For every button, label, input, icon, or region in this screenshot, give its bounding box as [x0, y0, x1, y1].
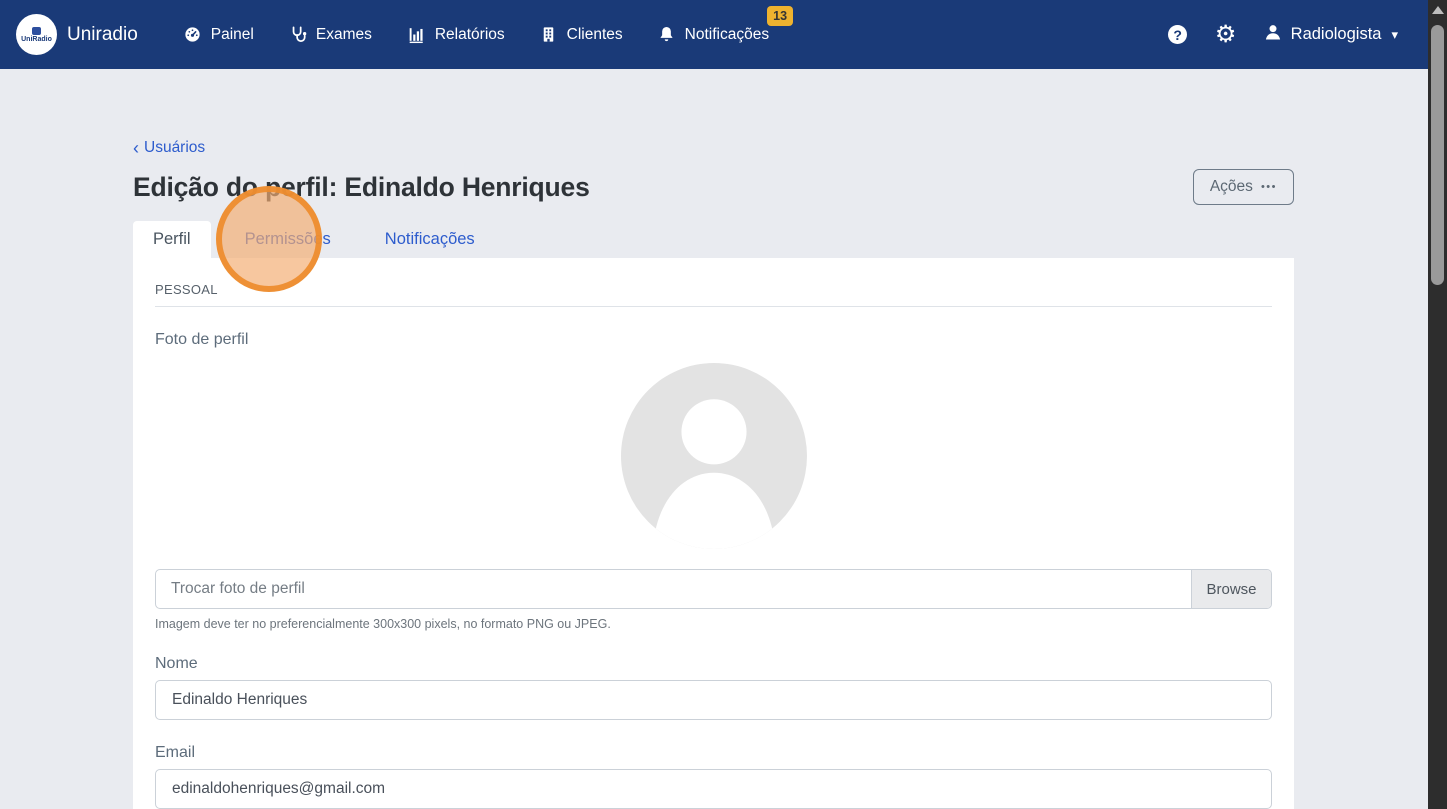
nav-item-notificacoes[interactable]: Notificações 13 [644, 15, 782, 54]
profile-tabs: Perfil Permissões Notificações [133, 221, 1294, 258]
actions-button[interactable]: Ações ••• [1193, 169, 1294, 205]
breadcrumb[interactable]: ‹ Usuários [133, 139, 205, 157]
section-header-pessoal: PESSOAL [155, 282, 1272, 307]
user-icon [1263, 22, 1283, 47]
nav-label: Painel [211, 26, 254, 44]
main-content: ‹ Usuários Edição do perfil: Edinaldo He… [0, 69, 1294, 809]
brand[interactable]: UniRadio Uniradio [16, 14, 138, 55]
tab-permissoes[interactable]: Permissões [225, 221, 351, 258]
bell-icon [657, 25, 676, 44]
breadcrumb-label: Usuários [144, 139, 205, 157]
email-label: Email [155, 744, 1272, 762]
logo-mark-icon [32, 27, 41, 35]
chevron-left-icon: ‹ [133, 139, 139, 157]
user-menu[interactable]: Radiologista ▾ [1263, 22, 1398, 47]
bar-chart-icon [406, 25, 426, 44]
logo-text: UniRadio [21, 36, 52, 43]
page-title: Edição do perfil: Edinaldo Henriques [133, 172, 590, 203]
photo-label: Foto de perfil [155, 331, 1272, 349]
primary-nav: Painel Exames Relatórios Clientes [170, 15, 782, 54]
top-navbar: UniRadio Uniradio Painel Exames [0, 0, 1428, 69]
nome-label: Nome [155, 655, 1272, 673]
nav-item-exames[interactable]: Exames [275, 15, 385, 54]
building-icon [539, 25, 558, 44]
help-button[interactable]: ? [1161, 18, 1195, 52]
scrollbar-up-arrow-icon[interactable] [1432, 6, 1444, 14]
email-field[interactable] [155, 769, 1272, 809]
profile-card: PESSOAL Foto de perfil Trocar foto de pe [133, 258, 1294, 809]
tab-notificacoes[interactable]: Notificações [365, 221, 495, 258]
tab-perfil[interactable]: Perfil [133, 221, 211, 258]
chevron-down-icon: ▾ [1391, 27, 1398, 43]
gear-icon: ⚙ [1215, 23, 1237, 47]
stethoscope-icon [288, 25, 307, 44]
nav-item-relatorios[interactable]: Relatórios [393, 15, 518, 54]
app-viewport: UniRadio Uniradio Painel Exames [0, 0, 1428, 809]
navbar-right: ? ⚙ Radiologista ▾ [1161, 18, 1398, 52]
help-icon: ? [1168, 25, 1187, 44]
nav-label: Clientes [567, 26, 623, 44]
nav-label: Exames [316, 26, 372, 44]
brand-name: Uniradio [67, 24, 138, 46]
scrollbar-thumb[interactable] [1431, 25, 1444, 285]
browse-button[interactable]: Browse [1191, 570, 1271, 608]
title-row: Edição do perfil: Edinaldo Henriques Açõ… [133, 169, 1294, 205]
avatar-placeholder-icon [621, 363, 807, 549]
notifications-badge: 13 [767, 6, 793, 26]
photo-hint: Imagem deve ter no preferencialmente 300… [155, 617, 1272, 631]
ellipsis-icon: ••• [1261, 181, 1277, 193]
avatar-wrap [155, 363, 1272, 549]
uniradio-logo: UniRadio [16, 14, 57, 55]
user-label: Radiologista [1291, 25, 1382, 44]
photo-file-input[interactable]: Trocar foto de perfil Browse [155, 569, 1272, 609]
nav-label: Notificações [685, 26, 769, 44]
nav-label: Relatórios [435, 26, 505, 44]
actions-label: Ações [1210, 178, 1253, 196]
settings-button[interactable]: ⚙ [1209, 18, 1243, 52]
vertical-scrollbar[interactable] [1428, 0, 1447, 809]
file-input-placeholder: Trocar foto de perfil [156, 570, 1191, 608]
nav-item-clientes[interactable]: Clientes [526, 15, 636, 54]
dashboard-gauge-icon [183, 25, 202, 44]
nav-item-painel[interactable]: Painel [170, 15, 267, 54]
nome-field[interactable] [155, 680, 1272, 720]
